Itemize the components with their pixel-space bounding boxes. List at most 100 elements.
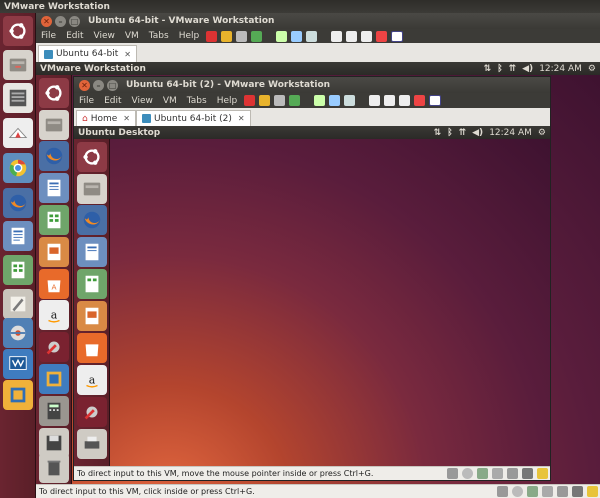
snapshot-manager-icon[interactable] bbox=[344, 95, 356, 106]
hdd-icon[interactable] bbox=[497, 486, 508, 497]
menu-view[interactable]: View bbox=[127, 96, 158, 106]
volume-icon[interactable]: ◀) bbox=[522, 64, 533, 74]
close-icon[interactable]: ✕ bbox=[41, 15, 52, 27]
ubuntu-dash-icon[interactable] bbox=[39, 78, 69, 108]
reset-icon[interactable] bbox=[251, 30, 263, 42]
printer-icon[interactable] bbox=[572, 486, 583, 497]
files-icon[interactable] bbox=[39, 110, 69, 140]
tab-close-icon[interactable]: ✕ bbox=[238, 114, 245, 123]
network-icon[interactable] bbox=[527, 486, 538, 497]
writer-icon[interactable] bbox=[3, 221, 33, 251]
files-icon[interactable] bbox=[3, 50, 33, 80]
menu-vm[interactable]: VM bbox=[158, 96, 182, 106]
software-center-icon[interactable]: A bbox=[39, 269, 69, 299]
console-view-icon[interactable] bbox=[399, 95, 411, 106]
tab-ubuntu-64bit-2[interactable]: Ubuntu 64-bit (2) ✕ bbox=[136, 110, 251, 126]
no-unity-icon[interactable] bbox=[414, 95, 426, 106]
software-icon[interactable] bbox=[3, 83, 33, 113]
ubuntu-dash-icon[interactable] bbox=[77, 142, 107, 172]
bluetooth-icon[interactable]: ᛒ bbox=[497, 64, 502, 74]
vmware-workstation-icon[interactable] bbox=[3, 380, 33, 410]
tab-ubuntu-64bit[interactable]: Ubuntu 64-bit ✕ bbox=[38, 45, 137, 62]
tab-close-icon[interactable]: ✕ bbox=[123, 114, 130, 123]
firefox-icon[interactable] bbox=[39, 141, 69, 171]
minimize-icon[interactable]: – bbox=[93, 79, 104, 91]
menu-file[interactable]: File bbox=[74, 96, 99, 106]
minimize-icon[interactable]: – bbox=[55, 15, 66, 27]
sidebar-toggle-icon[interactable] bbox=[369, 95, 381, 106]
no-unity-icon[interactable] bbox=[376, 30, 388, 42]
guest-vm-screen[interactable]: VMware Workstation ⇅ ᛒ ⇈ ◀) 12:24 AM ⚙ A… bbox=[36, 62, 600, 484]
cdrom-icon[interactable] bbox=[512, 486, 523, 497]
close-icon[interactable]: ✕ bbox=[79, 79, 90, 91]
bluetooth-icon[interactable]: ᛒ bbox=[447, 128, 452, 138]
usb-icon[interactable] bbox=[492, 468, 503, 479]
menu-vm[interactable]: VM bbox=[120, 31, 144, 41]
snapshot-manager-icon[interactable] bbox=[306, 30, 318, 42]
message-icon[interactable] bbox=[537, 468, 548, 479]
power-off-icon[interactable] bbox=[206, 30, 218, 42]
system-settings-icon[interactable] bbox=[39, 332, 69, 362]
menu-tabs[interactable]: Tabs bbox=[144, 31, 174, 41]
outer-title-bar[interactable]: ✕ – □ Ubuntu 64-bit - VMware Workstation bbox=[36, 13, 600, 29]
files-icon[interactable] bbox=[77, 174, 107, 204]
tab-home[interactable]: ⌂ Home ✕ bbox=[76, 110, 136, 126]
maximize-icon[interactable]: □ bbox=[107, 79, 118, 91]
tab-close-icon[interactable]: ✕ bbox=[124, 50, 131, 59]
sound-icon[interactable] bbox=[557, 486, 568, 497]
chromium-icon[interactable] bbox=[3, 153, 33, 183]
revert-snapshot-icon[interactable] bbox=[291, 30, 303, 42]
keyboard-icon[interactable]: ⇅ bbox=[434, 128, 442, 138]
snapshot-icon[interactable] bbox=[276, 30, 288, 42]
menu-view[interactable]: View bbox=[89, 31, 120, 41]
vmware-workstation-icon[interactable] bbox=[39, 364, 69, 394]
clock[interactable]: 12:24 AM bbox=[489, 128, 532, 138]
writer-icon[interactable] bbox=[77, 237, 107, 267]
firefox-icon[interactable] bbox=[3, 188, 33, 218]
thumbnail-bar-icon[interactable] bbox=[384, 95, 396, 106]
calculator-icon[interactable] bbox=[39, 396, 69, 426]
amazon-icon[interactable]: a bbox=[39, 300, 69, 330]
nested-vm-screen[interactable]: Ubuntu Desktop ⇅ ᛒ ⇈ ◀) 12:24 AM ⚙ a bbox=[74, 126, 550, 466]
sidebar-toggle-icon[interactable] bbox=[331, 30, 343, 42]
snapshot-icon[interactable] bbox=[314, 95, 326, 106]
calc-icon[interactable] bbox=[77, 269, 107, 299]
menu-help[interactable]: Help bbox=[212, 96, 243, 106]
vmware-icon[interactable] bbox=[3, 349, 33, 379]
suspend-icon[interactable] bbox=[259, 95, 271, 106]
fullscreen-icon[interactable] bbox=[429, 95, 442, 106]
system-settings-icon[interactable] bbox=[77, 397, 107, 427]
printer-icon[interactable] bbox=[77, 429, 107, 459]
calc-icon[interactable] bbox=[3, 255, 33, 285]
gear-icon[interactable]: ⚙ bbox=[588, 64, 596, 74]
printer-icon[interactable] bbox=[522, 468, 533, 479]
play-icon[interactable] bbox=[274, 95, 286, 106]
gear-icon[interactable]: ⚙ bbox=[538, 128, 546, 138]
hdd-icon[interactable] bbox=[447, 468, 458, 479]
maximize-icon[interactable]: □ bbox=[69, 15, 80, 27]
thumbnail-bar-icon[interactable] bbox=[346, 30, 358, 42]
wifi-icon[interactable]: ⇈ bbox=[459, 128, 467, 138]
suspend-icon[interactable] bbox=[221, 30, 233, 42]
menu-file[interactable]: File bbox=[36, 31, 61, 41]
software-center-icon[interactable] bbox=[77, 333, 107, 363]
wifi-icon[interactable]: ⇈ bbox=[509, 64, 517, 74]
firefox-icon[interactable] bbox=[77, 205, 107, 235]
cdrom-icon[interactable] bbox=[462, 468, 473, 479]
power-off-icon[interactable] bbox=[244, 95, 256, 106]
impress-icon[interactable] bbox=[39, 237, 69, 267]
play-icon[interactable] bbox=[236, 30, 248, 42]
network-icon[interactable] bbox=[477, 468, 488, 479]
keyboard-icon[interactable]: ⇅ bbox=[484, 64, 492, 74]
writer-icon[interactable] bbox=[39, 173, 69, 203]
clock[interactable]: 12:24 AM bbox=[539, 64, 582, 74]
menu-edit[interactable]: Edit bbox=[99, 96, 126, 106]
impress-icon[interactable] bbox=[77, 301, 107, 331]
usb-icon[interactable] bbox=[542, 486, 553, 497]
amazon-icon[interactable]: a bbox=[77, 365, 107, 395]
menu-tabs[interactable]: Tabs bbox=[182, 96, 212, 106]
settings-icon[interactable] bbox=[3, 318, 33, 348]
calc-icon[interactable] bbox=[39, 205, 69, 235]
fullscreen-icon[interactable] bbox=[391, 30, 404, 42]
volume-icon[interactable]: ◀) bbox=[472, 128, 483, 138]
